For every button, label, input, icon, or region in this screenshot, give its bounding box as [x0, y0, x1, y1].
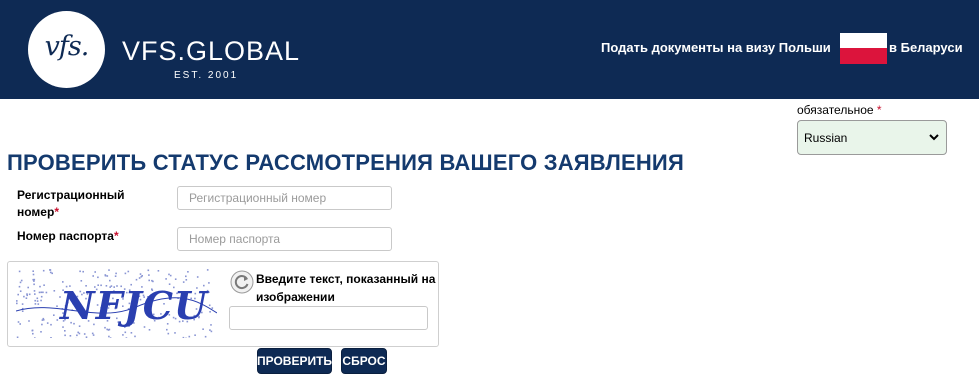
captcha-image: NFJCU: [16, 269, 217, 338]
check-button[interactable]: ПРОВЕРИТЬ: [257, 348, 332, 374]
page-title: ПРОВЕРИТЬ СТАТУС РАССМОТРЕНИЯ ВАШЕГО ЗАЯ…: [7, 150, 684, 175]
captcha-instruction: Введите текст, показанный на изображении: [256, 272, 436, 304]
header-bar: vfs. VFS.GLOBAL EST. 2001 Подать докумен…: [0, 0, 979, 99]
brand-est: EST. 2001: [174, 70, 239, 81]
vfs-logo[interactable]: vfs.: [28, 11, 105, 88]
registration-number-label: Регистрационный номер*: [17, 188, 125, 219]
logo-mark: vfs.: [44, 31, 90, 62]
reset-button[interactable]: СБРОС: [341, 348, 387, 374]
language-select[interactable]: Russian: [797, 120, 947, 155]
registration-number-input[interactable]: Регистрационный номер: [177, 186, 392, 210]
brand-name: VFS.GLOBAL: [122, 36, 301, 66]
passport-number-label: Номер паспорта*: [17, 229, 119, 243]
language-label: обязательное *: [797, 103, 882, 117]
chevron-down-icon: [929, 134, 939, 141]
refresh-icon[interactable]: [230, 270, 254, 294]
header-tagline-country: в Беларуси: [889, 40, 963, 55]
captcha-input[interactable]: [229, 306, 428, 330]
captcha-text: NFJCU: [59, 283, 210, 328]
poland-flag-icon: [840, 33, 887, 64]
header-tagline: Подать документы на визу Польши: [601, 40, 831, 55]
language-selected-value: Russian: [804, 130, 848, 145]
passport-number-input[interactable]: Номер паспорта: [177, 227, 392, 251]
required-mark: *: [876, 103, 882, 117]
